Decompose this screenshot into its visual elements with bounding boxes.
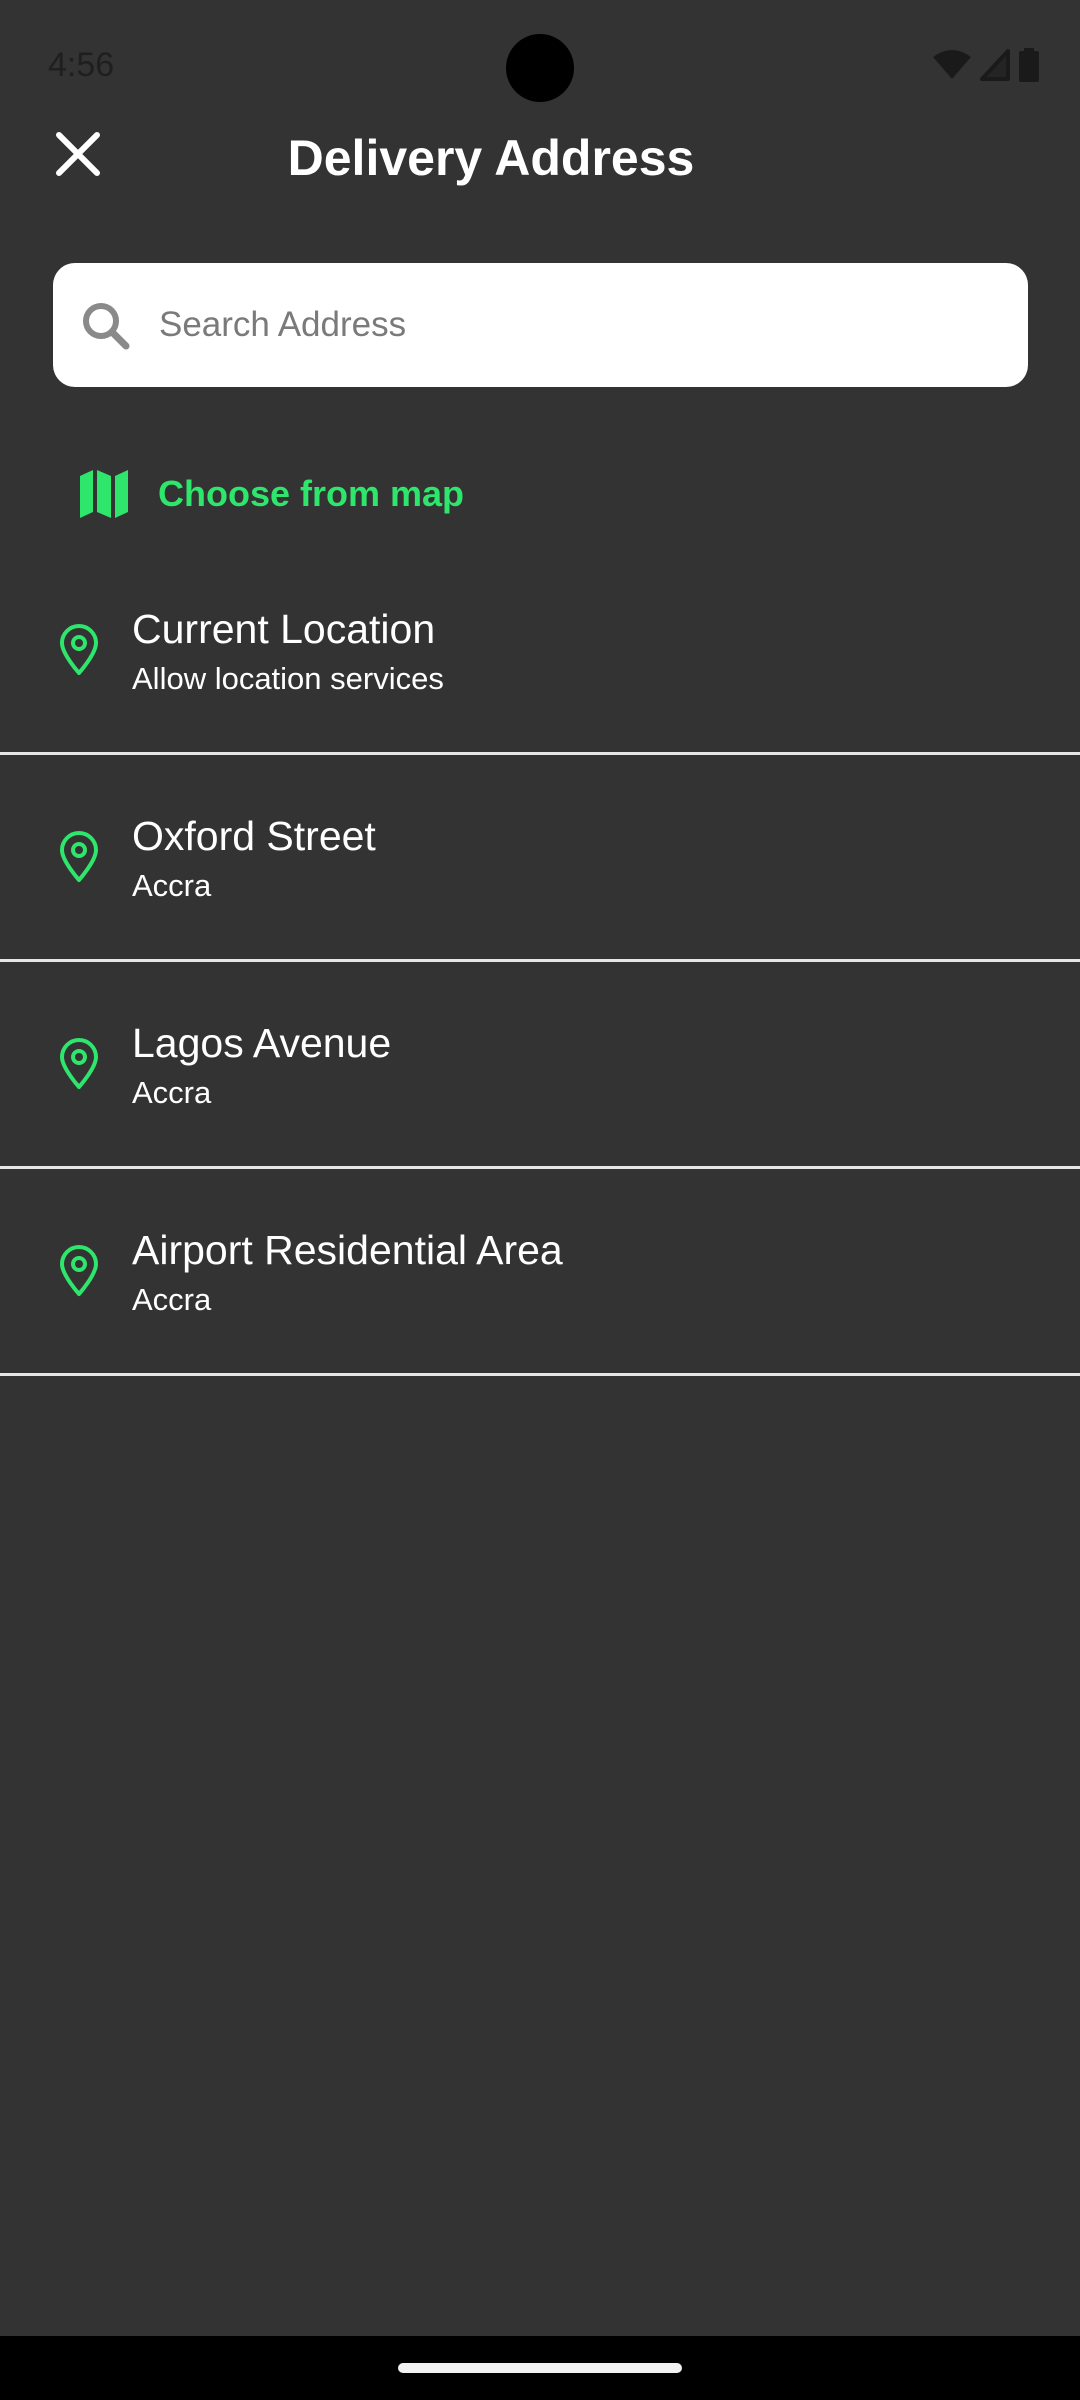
cellular-signal-icon [980,49,1010,81]
wifi-icon [933,50,971,79]
search-input[interactable] [159,291,999,359]
choose-from-map-button[interactable]: Choose from map [78,462,464,526]
status-icons [932,48,1040,82]
address-title: Oxford Street [132,813,376,859]
camera-cutout [506,34,574,102]
battery-icon [1019,48,1039,82]
address-item-airport-residential-area[interactable]: Airport Residential Area Accra [0,1169,1080,1376]
search-icon [83,303,130,350]
address-subtitle: Accra [132,868,212,903]
status-bar: 4:56 [0,0,1080,136]
status-time: 4:56 [48,46,115,84]
delivery-address-screen: 4:56 Delivery Address Search Address Cho… [0,0,1080,2400]
home-indicator[interactable] [398,2363,682,2373]
location-pin-icon [60,1245,98,1296]
location-pin-icon [60,624,98,675]
search-box[interactable] [53,263,1028,387]
address-title: Current Location [132,606,436,652]
address-title: Airport Residential Area [132,1227,563,1273]
address-item-lagos-avenue[interactable]: Lagos Avenue Accra [0,962,1080,1169]
map-icon [80,470,128,518]
address-item-current-location[interactable]: Current Location Allow location services [0,548,1080,755]
address-subtitle: Allow location services [132,661,444,696]
page-title: Delivery Address [287,130,695,186]
address-subtitle: Accra [132,1075,212,1110]
choose-from-map-label: Choose from map [158,473,465,514]
address-list: Current Location Allow location services… [0,548,1080,1376]
address-item-oxford-street[interactable]: Oxford Street Accra [0,755,1080,962]
navigation-bar [0,2336,1080,2400]
address-subtitle: Accra [132,1282,212,1317]
location-pin-icon [60,831,98,882]
location-pin-icon [60,1038,98,1089]
address-title: Lagos Avenue [132,1020,392,1066]
